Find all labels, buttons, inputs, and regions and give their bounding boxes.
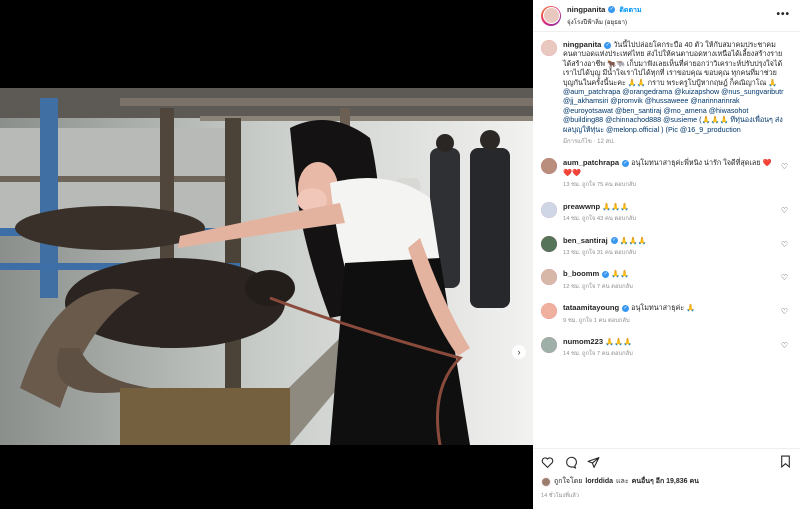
author-avatar[interactable] — [541, 5, 561, 26]
verified-badge-icon: ✓ — [608, 6, 616, 14]
follow-button[interactable]: ติดตาม — [619, 7, 641, 14]
post-timestamp: 14 ชั่วโมงที่แล้ว — [541, 493, 579, 499]
comment-bubble-icon[interactable] — [564, 456, 577, 469]
post-actions: ถูกใจโดย lorddida และ คนอื่นๆ อีก 19,836… — [533, 448, 800, 500]
comment-text: อนุโมทนาสาธุค่ะ 🙏 — [631, 303, 696, 313]
share-send-icon[interactable] — [587, 456, 600, 469]
comment-username[interactable]: numom223 — [563, 337, 603, 346]
post-side-panel: ningpanita ✓ ติดตาม จุ่งโรงปีฟ้าลิ่ม (อย… — [533, 0, 800, 509]
comment-meta: 14 ชม. ถูกใจ 7 คน ตอบกลับ — [563, 351, 633, 358]
comment-avatar[interactable] — [541, 336, 557, 353]
liker-avatar — [541, 476, 551, 487]
comment-like-heart-icon[interactable]: ♡ — [781, 273, 788, 282]
comment-meta: 9 ชม. ถูกใจ 1 คน ตอบกลับ — [563, 317, 630, 324]
comment-meta: 14 ชม. ถูกใจ 43 คน ตอบกลับ — [563, 216, 637, 223]
comment-item: aum_patchrapa ✓ อนุโมทนาสาธุค่ะพี่หนิง น… — [541, 158, 792, 190]
comment-username[interactable]: tataamitayoung — [563, 303, 619, 312]
comment-text: 🙏🙏🙏 — [605, 336, 632, 346]
caption: ningpanita ✓ วันนี้ไปปล่อยโคกระบือ 40 ตั… — [541, 40, 792, 147]
comment-like-heart-icon[interactable]: ♡ — [781, 341, 788, 350]
comment-username[interactable]: b_boomm — [563, 269, 599, 278]
comment-text: 🙏🙏🙏 — [619, 235, 647, 245]
comment-avatar[interactable] — [541, 303, 557, 320]
author-username[interactable]: ningpanita — [567, 5, 605, 14]
comment-like-heart-icon[interactable]: ♡ — [781, 240, 788, 249]
post-location[interactable]: จุ่งโรงปีฟ้าลิ่ม (อยุธยา) — [567, 17, 642, 27]
comment-meta: 12 ชม. ถูกใจ 7 คน ตอบกลับ — [563, 283, 633, 290]
comment-avatar[interactable] — [541, 201, 557, 218]
verified-badge-icon: ✓ — [604, 41, 612, 49]
post-header: ningpanita ✓ ติดตาม จุ่งโรงปีฟ้าลิ่ม (อย… — [533, 0, 800, 32]
comment-avatar[interactable] — [541, 235, 557, 252]
verified-badge-icon: ✓ — [610, 237, 618, 245]
comment-item: preawwnp 🙏🙏🙏 14 ชม. ถูกใจ 43 คน ตอบกลับ ♡ — [541, 201, 792, 225]
more-options-icon[interactable]: ••• — [776, 9, 790, 20]
comment-like-heart-icon[interactable]: ♡ — [781, 162, 788, 171]
verified-badge-icon: ✓ — [602, 270, 610, 278]
verified-badge-icon: ✓ — [622, 160, 630, 168]
post-modal: › ningpanita ✓ ติดตาม จุ่งโรงปีฟ้าลิ่ม (… — [0, 0, 800, 509]
comment-avatar[interactable] — [541, 269, 557, 286]
comment-username[interactable]: ben_santiraj — [563, 236, 608, 245]
comment-avatar[interactable] — [541, 158, 557, 175]
comment-like-heart-icon[interactable]: ♡ — [781, 307, 788, 316]
liker-username[interactable]: lorddida — [585, 478, 613, 485]
comment-item: b_boomm ✓ 🙏🙏 12 ชม. ถูกใจ 7 คน ตอบกลับ ♡ — [541, 269, 792, 292]
like-heart-icon[interactable] — [541, 456, 554, 469]
post-photo[interactable]: › — [0, 88, 533, 445]
photo-illustration — [0, 88, 533, 445]
comments-list[interactable]: ningpanita ✓ วันนี้ไปปล่อยโคกระบือ 40 ตั… — [533, 40, 800, 438]
comment-text: 🙏🙏 — [611, 269, 630, 279]
comment-username[interactable]: aum_patchrapa — [563, 158, 619, 167]
comment-username[interactable]: preawwnp — [563, 202, 600, 211]
comment-item: numom223 🙏🙏🙏 14 ชม. ถูกใจ 7 คน ตอบกลับ ♡ — [541, 336, 792, 360]
comment-item: ben_santiraj ✓ 🙏🙏🙏 13 ชม. ถูกใจ 31 คน ตอบ… — [541, 235, 792, 259]
comment-item: tataamitayoung ✓ อนุโมทนาสาธุค่ะ 🙏 9 ชม. … — [541, 303, 792, 326]
comment-text: 🙏🙏🙏 — [602, 201, 629, 211]
likes-summary[interactable]: ถูกใจโดย lorddida และ คนอื่นๆ อีก 19,836… — [541, 476, 792, 487]
comment-meta: 13 ชม. ถูกใจ 31 คน ตอบกลับ — [563, 249, 637, 256]
caption-mentions[interactable]: @aum_patchrapa @orangedrama @kuizapshow … — [563, 87, 784, 134]
carousel-next-button[interactable]: › — [512, 345, 526, 359]
comment-meta: 13 ชม. ถูกใจ 75 คน ตอบกลับ — [563, 182, 637, 189]
verified-badge-icon: ✓ — [622, 304, 630, 312]
caption-avatar[interactable] — [541, 40, 557, 56]
bookmark-icon[interactable] — [779, 455, 792, 468]
comment-like-heart-icon[interactable]: ♡ — [781, 206, 788, 215]
likes-others[interactable]: คนอื่นๆ อีก 19,836 คน — [632, 476, 699, 487]
caption-meta: มีการแก้ไข · 12 สป. — [563, 139, 615, 146]
caption-username[interactable]: ningpanita — [563, 40, 601, 49]
